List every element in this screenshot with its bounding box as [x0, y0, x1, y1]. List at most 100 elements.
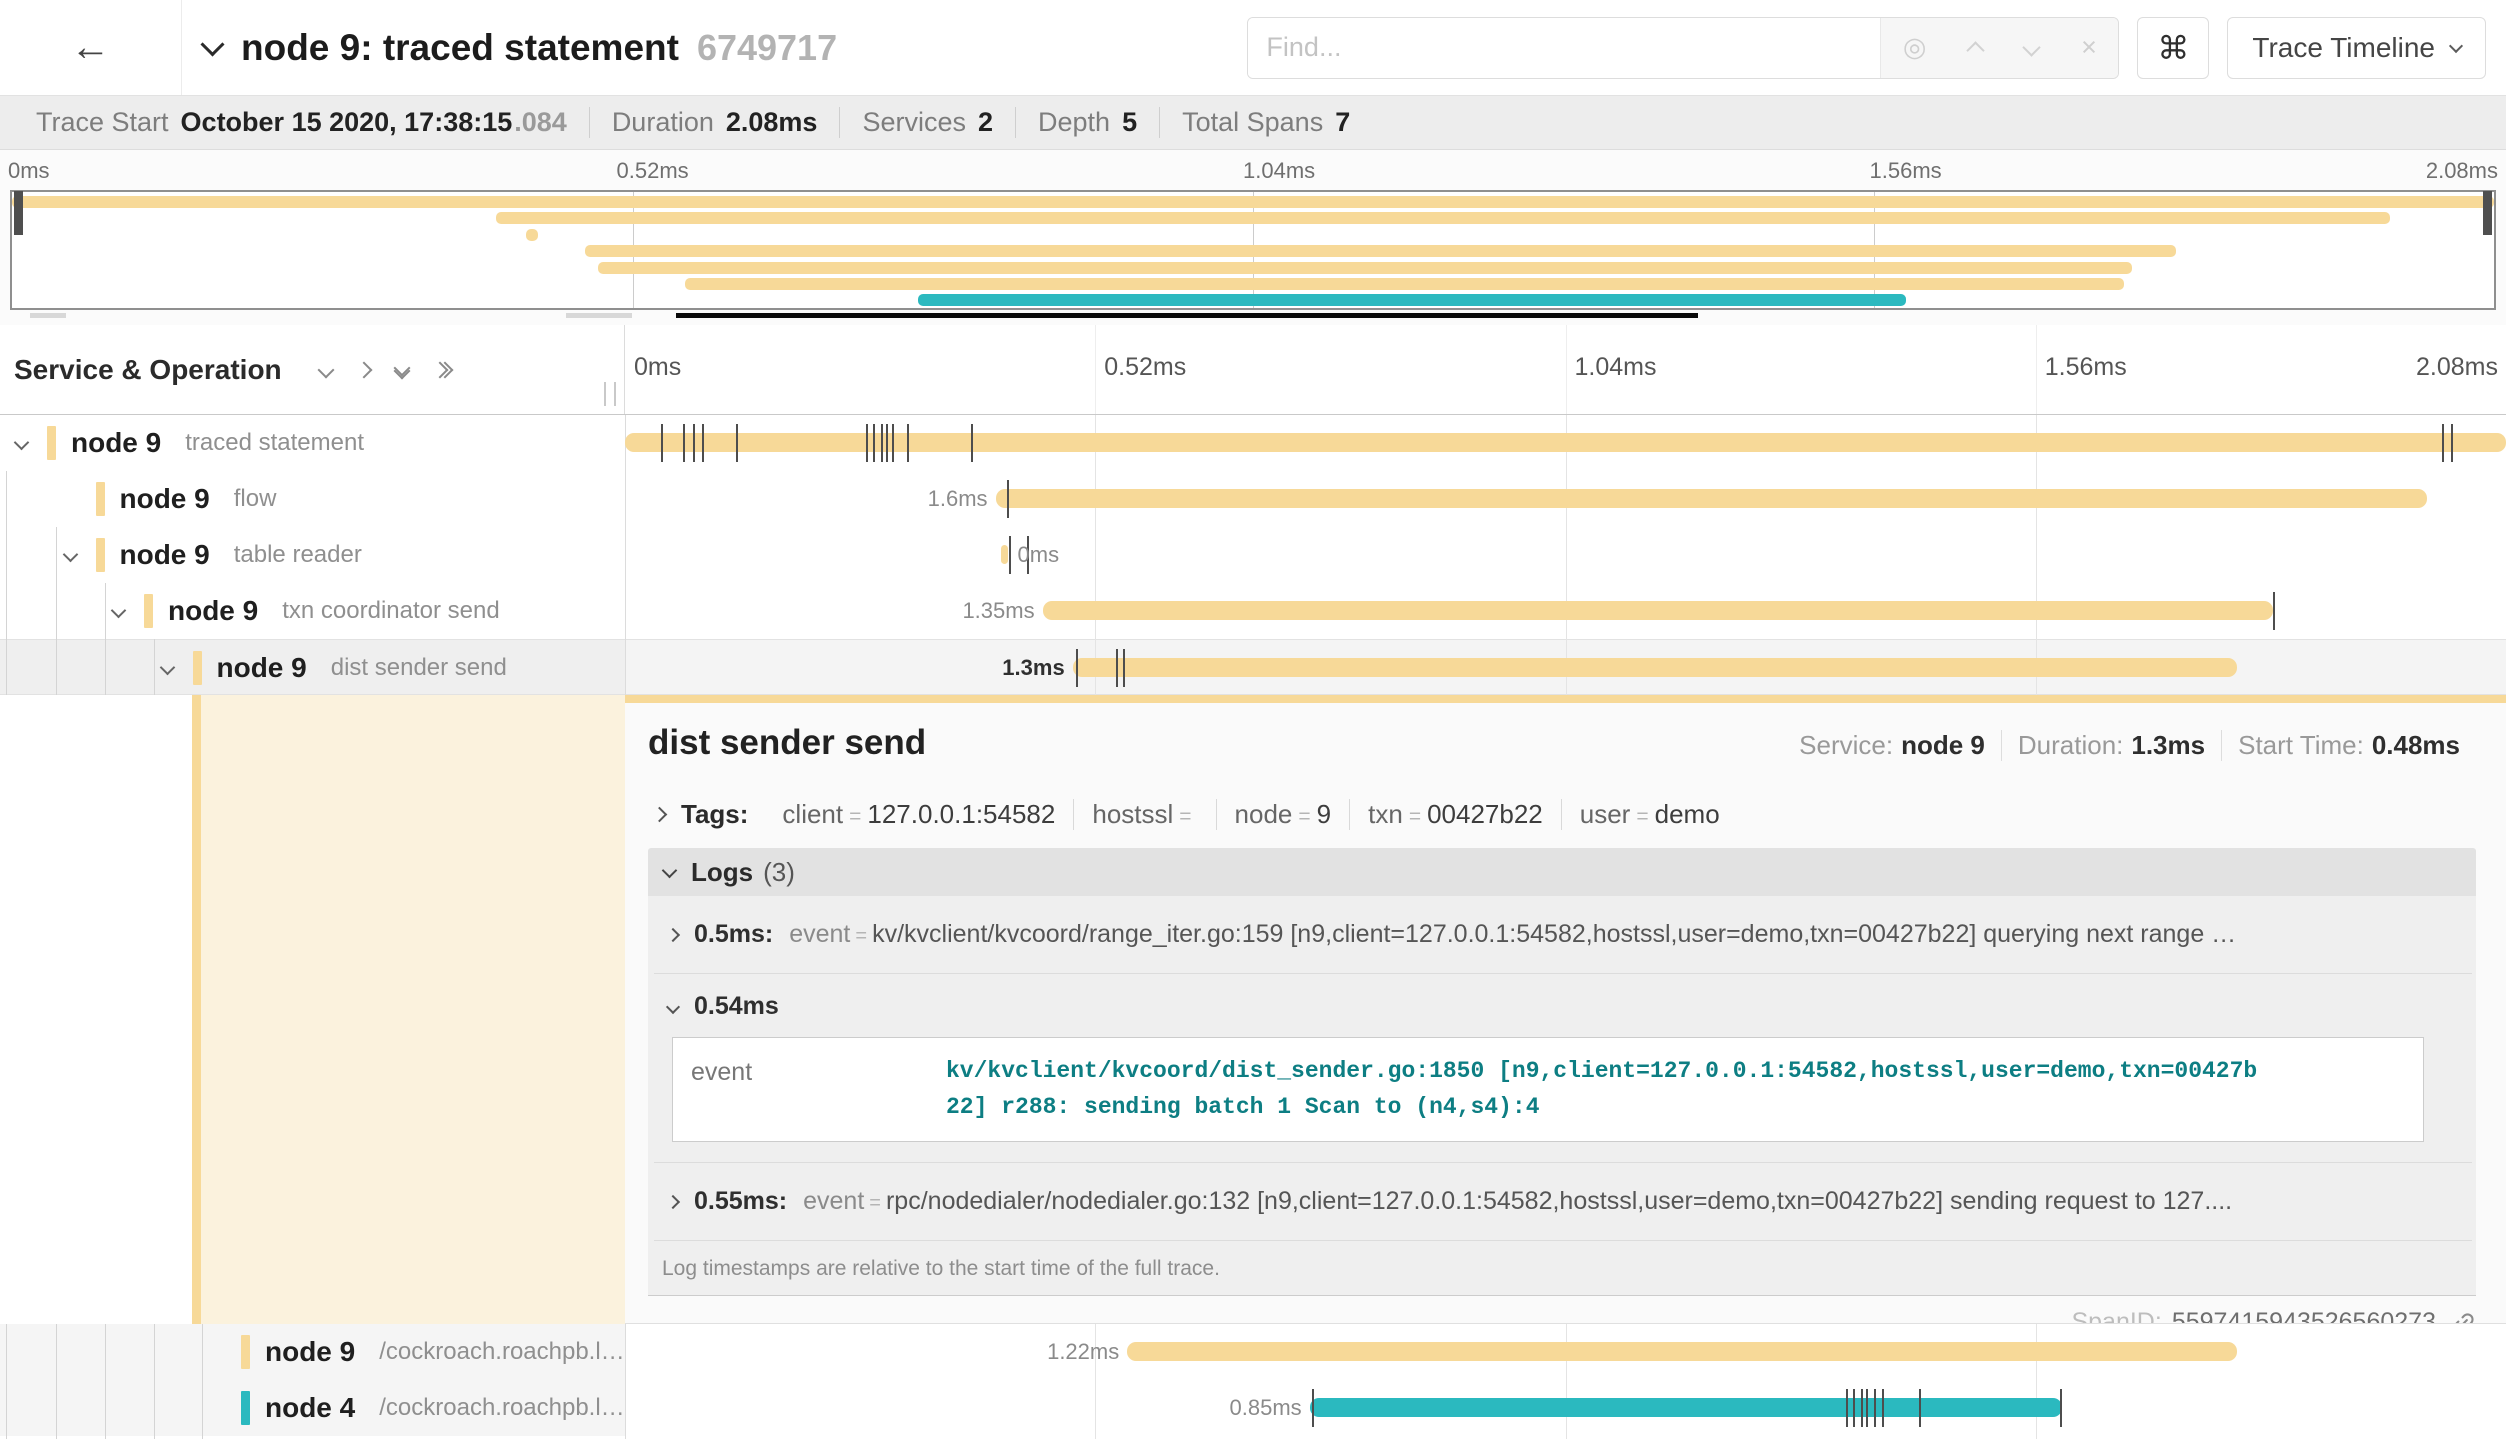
header-gridline — [1095, 325, 1096, 414]
service-color-chip — [96, 538, 105, 572]
log-expanded-header[interactable]: 0.54ms — [662, 992, 2464, 1021]
tag-equals: = — [1403, 805, 1427, 828]
span-name-text: node 9txn coordinator send — [168, 583, 500, 639]
deep-link-icon[interactable] — [2452, 1311, 2476, 1324]
tag-equals: = — [1630, 805, 1654, 828]
span-row: node 9traced statement — [0, 415, 2506, 471]
depth-label: Depth — [1038, 107, 1110, 138]
find-next-icon[interactable] — [2023, 38, 2041, 56]
span-color-accent — [625, 695, 2506, 703]
title-collapse-chevron-icon[interactable] — [200, 32, 224, 56]
tags-chevron-right-icon — [652, 807, 668, 823]
log-entry-collapsed[interactable]: 0.5ms: event=kv/kvclient/kvcoord/range_i… — [654, 896, 2472, 974]
tree-chevron-icon[interactable] — [159, 660, 175, 676]
duration-label: Duration — [612, 107, 714, 138]
column-resize-grip[interactable] — [604, 382, 616, 406]
log-tick — [1116, 649, 1118, 687]
span-detail-panel: dist sender send Service:node 9 Duration… — [625, 695, 2506, 1324]
log-chevron-right-icon — [666, 927, 680, 941]
span-name-text: node 9table reader — [120, 527, 362, 583]
span-name-cell[interactable]: node 9/cockroach.roachpb.l… — [0, 1324, 625, 1380]
log-chevron-down-icon — [666, 999, 680, 1013]
operation-name: flow — [234, 485, 277, 513]
service-operation-title: Service & Operation — [14, 354, 282, 386]
span-bar[interactable] — [1073, 658, 2237, 677]
duration-label: 0.85ms — [1230, 1395, 1302, 1421]
log-tick — [1007, 480, 1009, 518]
logs-footer-note: Log timestamps are relative to the start… — [654, 1241, 2472, 1295]
span-name-text: node 9/cockroach.roachpb.l… — [265, 1324, 625, 1380]
tag-equals: = — [843, 805, 867, 828]
span-rows-top: node 9traced statementnode 9flow1.6msnod… — [0, 415, 2506, 695]
span-timeline-cell[interactable]: 1.35ms — [625, 583, 2506, 639]
minimap-span-bar — [918, 294, 1906, 306]
detail-start-time: Start Time:0.48ms — [2221, 730, 2476, 761]
tag-item: hostssl= — [1073, 799, 1215, 830]
trace-id: 6749717 — [697, 27, 837, 69]
span-timeline-cell[interactable] — [625, 415, 2506, 471]
span-name-cell[interactable]: node 9table reader — [0, 527, 625, 583]
service-name: node 9 — [217, 652, 307, 684]
keyboard-shortcuts-button[interactable]: ⌘ — [2137, 17, 2209, 79]
timeline-ticks-header: 0ms 0.52ms 1.04ms 1.56ms 2.08ms — [625, 325, 2506, 414]
expand-all-icon[interactable] — [434, 364, 451, 376]
tags-accordion[interactable]: Tags: client=127.0.0.1:54582hostssl=node… — [648, 799, 2476, 830]
log-tick — [693, 424, 695, 462]
span-timeline-cell[interactable]: 0ms — [625, 527, 2506, 583]
find-prev-icon[interactable] — [1967, 41, 1985, 59]
total-spans-label: Total Spans — [1182, 107, 1323, 138]
log-entry-collapsed[interactable]: 0.55ms: event=rpc/nodedialer/nodedialer.… — [654, 1163, 2472, 1241]
tag-key: node — [1235, 799, 1293, 829]
span-name-cell[interactable]: node 9traced statement — [0, 415, 625, 471]
log-tick — [1846, 1389, 1848, 1427]
span-detail-meta: Service:node 9 Duration:1.3ms Start Time… — [1783, 730, 2476, 761]
tree-chevron-icon[interactable] — [62, 547, 78, 563]
minimap-span-bar — [496, 212, 2390, 224]
tree-chevron-icon[interactable] — [111, 603, 127, 619]
duration-value: 2.08ms — [726, 107, 818, 138]
collapse-one-icon[interactable] — [320, 364, 332, 376]
minimap-scroll-thumb[interactable] — [676, 313, 1698, 318]
trace-start-label: Trace Start — [36, 107, 169, 138]
span-id-label: SpanID: — [2071, 1308, 2161, 1324]
find-clear-icon[interactable]: × — [2081, 34, 2097, 61]
span-name-cell[interactable]: node 9txn coordinator send — [0, 583, 625, 639]
tags-label: Tags: — [681, 799, 748, 830]
logs-header[interactable]: Logs (3) — [648, 848, 2476, 896]
minimap-span-bar — [685, 278, 2125, 290]
span-name-cell[interactable]: node 9flow — [0, 471, 625, 527]
log-tick — [683, 424, 685, 462]
back-button[interactable]: ← — [0, 0, 182, 95]
span-bar[interactable] — [996, 489, 2427, 508]
expand-one-icon[interactable] — [358, 364, 370, 376]
span-bar[interactable] — [1043, 601, 2273, 620]
tree-controls — [320, 362, 451, 377]
span-name-cell[interactable]: node 9dist sender send — [0, 640, 625, 694]
expanded-span-highlight — [201, 695, 625, 1324]
log-tick — [1009, 536, 1011, 574]
tree-chevron-icon[interactable] — [14, 435, 30, 451]
span-name-cell[interactable]: node 4/cockroach.roachpb.l… — [0, 1380, 625, 1436]
trace-view-select[interactable]: Trace Timeline — [2227, 17, 2486, 79]
log-timestamp: 0.55ms: — [694, 1187, 787, 1216]
span-bar[interactable] — [1001, 545, 1008, 564]
tag-equals: = — [1173, 805, 1197, 828]
span-timeline-cell[interactable]: 1.22ms — [625, 1324, 2506, 1380]
find-input[interactable] — [1248, 18, 1880, 78]
locate-icon[interactable]: ◎ — [1903, 34, 1927, 61]
span-timeline-cell[interactable]: 1.6ms — [625, 471, 2506, 527]
minimap-viewport[interactable] — [10, 190, 2496, 310]
span-bar[interactable] — [1310, 1398, 2062, 1417]
span-bar[interactable] — [1127, 1342, 2237, 1361]
trace-start-ms: .084 — [514, 107, 567, 138]
minimap-left-drag-handle[interactable] — [14, 191, 23, 235]
trace-total-spans: Total Spans 7 — [1159, 107, 1372, 138]
collapse-all-icon[interactable] — [396, 362, 408, 377]
span-timeline-cell[interactable]: 1.3ms — [625, 640, 2506, 694]
logs-accordion: Logs (3) 0.5ms: event=kv/kvclient/kvcoor… — [648, 848, 2476, 1296]
minimap-right-drag-handle[interactable] — [2483, 191, 2492, 235]
trace-summary-bar: Trace Start October 15 2020, 17:38:15.08… — [0, 96, 2506, 150]
timeline-tick-1: 0.52ms — [1104, 353, 1186, 382]
span-timeline-cell[interactable]: 0.85ms — [625, 1380, 2506, 1436]
minimap-scroll-track — [10, 313, 2496, 319]
